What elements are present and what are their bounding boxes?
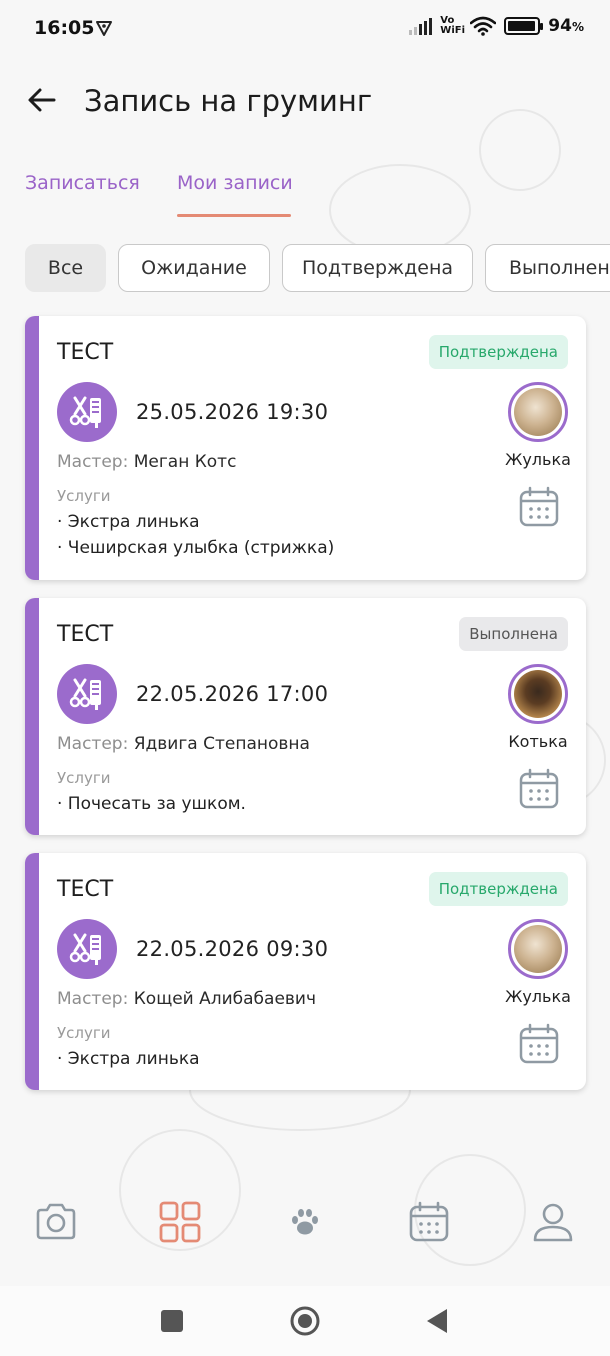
- appointment-title: ТЕСТ: [57, 877, 114, 902]
- vpn-shield-icon: [96, 21, 112, 36]
- service-item: · Чеширская улыбка (стрижка): [57, 538, 335, 558]
- back-button-icon[interactable]: [421, 1305, 453, 1337]
- services-label: Услуги: [57, 769, 111, 787]
- battery-level: [508, 21, 535, 31]
- filter-chip-pending[interactable]: Ожидание: [118, 244, 270, 292]
- add-to-calendar-icon[interactable]: [518, 1023, 560, 1065]
- master-line: Мастер: Ядвига Степановна: [57, 734, 310, 754]
- status-indicators: Vo WiFi 94%: [409, 16, 584, 36]
- vowifi-label: Vo WiFi: [440, 15, 466, 36]
- battery-icon: [504, 17, 544, 35]
- service-item: · Экстра линька: [57, 512, 200, 532]
- back-arrow-icon[interactable]: [24, 82, 60, 118]
- profile-icon[interactable]: [529, 1198, 577, 1246]
- master-label: Мастер:: [57, 734, 129, 754]
- tab-my-appointments[interactable]: Мои записи: [177, 172, 293, 194]
- active-tab-indicator: [177, 214, 291, 217]
- pet-name: Жулька: [505, 450, 571, 469]
- pet-photo: [514, 670, 562, 718]
- page-title: Запись на груминг: [84, 84, 373, 118]
- filter-chip-confirmed[interactable]: Подтверждена: [282, 244, 473, 292]
- service-item: · Почесать за ушком.: [57, 794, 246, 814]
- master-name: Меган Котс: [133, 452, 237, 472]
- status-bar: 16:05 Vo WiFi 94%: [0, 0, 610, 58]
- pet-photo: [514, 925, 562, 973]
- grid-icon[interactable]: [156, 1198, 204, 1246]
- master-line: Мастер: Кощей Алибабаевич: [57, 989, 316, 1009]
- wifi-icon: [470, 16, 497, 36]
- service-item: · Экстра линька: [57, 1049, 200, 1069]
- master-name: Кощей Алибабаевич: [133, 989, 317, 1009]
- filter-chip-done[interactable]: Выполнена: [485, 244, 610, 292]
- status-badge: Выполнена: [459, 617, 568, 651]
- screen: 16:05 Vo WiFi 94% Запись на груминг Запи…: [0, 0, 610, 1356]
- appointment-title: ТЕСТ: [57, 340, 114, 365]
- master-line: Мастер: Меган Котс: [57, 452, 236, 472]
- battery-percent: 94%: [548, 16, 584, 36]
- pet-avatar: [508, 664, 568, 724]
- master-label: Мастер:: [57, 989, 129, 1009]
- camera-icon[interactable]: [32, 1198, 80, 1246]
- pet-avatar: [508, 382, 568, 442]
- appointment-datetime: 25.05.2026 19:30: [136, 400, 329, 424]
- system-navigation-bar: [0, 1286, 610, 1356]
- status-filter-bar: Все Ожидание Подтверждена Выполнена: [0, 244, 610, 294]
- grooming-tools-icon: [57, 919, 117, 979]
- add-to-calendar-icon[interactable]: [518, 486, 560, 528]
- pet-photo: [514, 388, 562, 436]
- paw-icon[interactable]: [281, 1198, 329, 1246]
- calendar-icon[interactable]: [405, 1198, 453, 1246]
- pet-name: Котька: [508, 732, 568, 751]
- appointment-title: ТЕСТ: [57, 622, 114, 647]
- appointment-card[interactable]: ТЕСТ Подтверждена 22.05.2026 09:30 Жульк…: [25, 853, 586, 1090]
- appointment-card[interactable]: ТЕСТ Выполнена 22.05.2026 17:00 Котька М…: [25, 598, 586, 835]
- home-button-icon[interactable]: [289, 1305, 321, 1337]
- tab-sign-up[interactable]: Записаться: [25, 172, 140, 194]
- pet-name: Жулька: [505, 987, 571, 1006]
- appointment-datetime: 22.05.2026 09:30: [136, 937, 329, 961]
- bottom-navigation: [0, 1176, 610, 1276]
- add-to-calendar-icon[interactable]: [518, 768, 560, 810]
- services-label: Услуги: [57, 487, 111, 505]
- grooming-tools-icon: [57, 664, 117, 724]
- status-time: 16:05: [34, 17, 95, 39]
- pet-avatar: [508, 919, 568, 979]
- status-badge: Подтверждена: [428, 335, 568, 369]
- recents-button-icon[interactable]: [156, 1305, 188, 1337]
- grooming-tools-icon: [57, 382, 117, 442]
- services-label: Услуги: [57, 1024, 111, 1042]
- master-label: Мастер:: [57, 452, 129, 472]
- appointment-card[interactable]: ТЕСТ Подтверждена 25.05.2026 19:30 Жульк…: [25, 316, 586, 580]
- appointment-datetime: 22.05.2026 17:00: [136, 682, 329, 706]
- status-badge: Подтверждена: [428, 872, 568, 906]
- signal-icon: [409, 17, 433, 35]
- master-name: Ядвига Степановна: [133, 734, 310, 754]
- tab-bar: Записаться Мои записи: [0, 160, 610, 222]
- app-header: Запись на груминг: [0, 70, 610, 134]
- filter-chip-all[interactable]: Все: [25, 244, 106, 292]
